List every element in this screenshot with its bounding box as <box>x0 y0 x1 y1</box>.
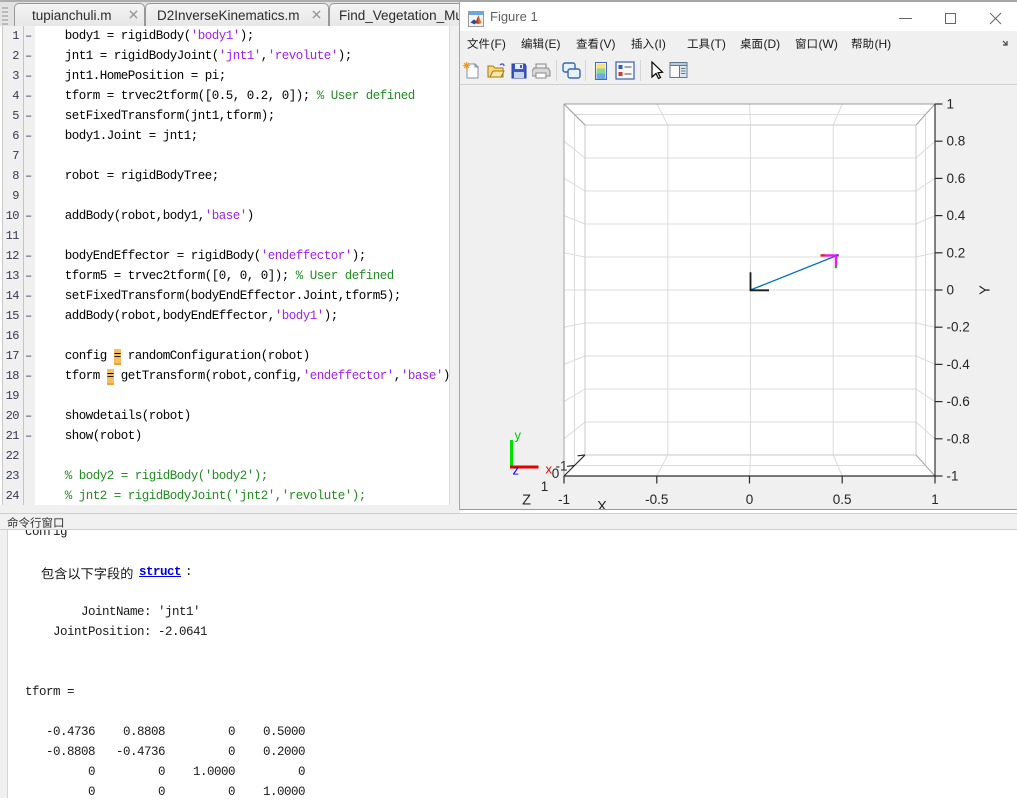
svg-text:0.5: 0.5 <box>833 492 852 507</box>
svg-text:1: 1 <box>931 492 939 507</box>
svg-text:1: 1 <box>947 97 955 112</box>
svg-text:0.2: 0.2 <box>947 245 966 260</box>
svg-text:y: y <box>515 428 522 443</box>
svg-text:Z: Z <box>522 493 531 509</box>
svg-text:-1: -1 <box>558 492 570 507</box>
svg-text:X: X <box>597 499 607 509</box>
svg-text:0.8: 0.8 <box>947 134 966 149</box>
svg-text:-0.5: -0.5 <box>645 492 668 507</box>
svg-text:Y: Y <box>978 285 994 295</box>
svg-text:-0.4: -0.4 <box>947 357 971 372</box>
svg-text:-0.8: -0.8 <box>947 431 970 446</box>
svg-text:0: 0 <box>552 466 560 481</box>
svg-text:z: z <box>513 463 520 478</box>
svg-text:0: 0 <box>746 492 754 507</box>
svg-text:1: 1 <box>541 479 549 494</box>
svg-text:0: 0 <box>947 283 955 298</box>
svg-text:0.6: 0.6 <box>947 171 966 186</box>
svg-text:-1: -1 <box>947 469 959 484</box>
svg-text:-0.2: -0.2 <box>947 320 970 335</box>
svg-text:-0.6: -0.6 <box>947 394 970 409</box>
svg-text:0.4: 0.4 <box>947 208 966 223</box>
svg-text:x: x <box>546 462 553 477</box>
